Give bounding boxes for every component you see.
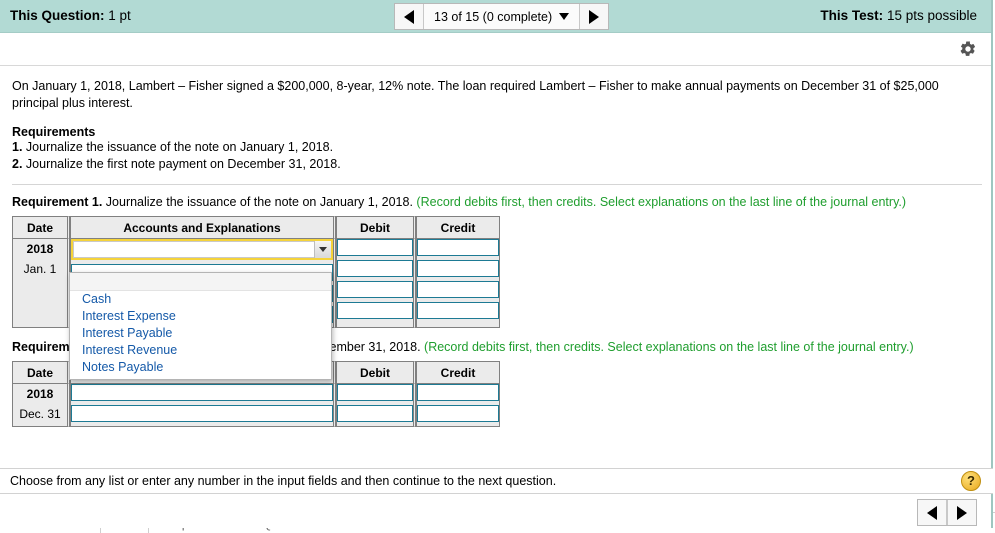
pager-next-button[interactable] bbox=[579, 4, 609, 29]
debit-cell-2 bbox=[336, 384, 416, 427]
requirement-list-item-2: 2. Journalize the first note payment on … bbox=[12, 156, 977, 173]
table-row: 2018 Dec. 31 bbox=[12, 384, 500, 427]
credit-input-row-1[interactable] bbox=[417, 239, 499, 256]
dropdown-option-interest-revenue[interactable]: Interest Revenue bbox=[70, 342, 331, 359]
footer-instruction-text: Choose from any list or enter any number… bbox=[10, 474, 557, 488]
account-dropdown-list[interactable]: Cash Interest Expense Interest Payable I… bbox=[69, 272, 332, 380]
pager-status-text: 13 of 15 (0 complete) bbox=[434, 9, 553, 24]
debit-input-row-1[interactable] bbox=[337, 239, 413, 256]
footer-next-button[interactable] bbox=[947, 500, 976, 525]
debit-input-row-4[interactable] bbox=[337, 302, 413, 319]
footer-navigation[interactable] bbox=[917, 499, 977, 526]
dropdown-option-interest-expense[interactable]: Interest Expense bbox=[70, 308, 331, 325]
footer-prev-button[interactable] bbox=[918, 500, 947, 525]
credit-input-row-3[interactable] bbox=[417, 281, 499, 298]
footer-message-bar: Choose from any list or enter any number… bbox=[0, 468, 993, 494]
requirement-number-1: 1. bbox=[12, 140, 23, 154]
entry-year-1: 2018 bbox=[26, 242, 54, 256]
triangle-right-icon bbox=[957, 505, 967, 520]
section-divider bbox=[12, 184, 982, 185]
account-input-2-row-2[interactable] bbox=[71, 405, 333, 422]
requirement-2-hint: (Record debits first, then credits. Sele… bbox=[424, 340, 914, 354]
accounts-cell-2 bbox=[70, 384, 336, 427]
settings-button[interactable] bbox=[957, 38, 979, 60]
credit-input-row-4[interactable] bbox=[417, 302, 499, 319]
dropdown-option-interest-payable[interactable]: Interest Payable bbox=[70, 325, 331, 342]
this-test-points: 15 pts possible bbox=[883, 8, 977, 23]
requirement-text-1: Journalize the issuance of the note on J… bbox=[22, 140, 334, 154]
credit-input-2-row-1[interactable] bbox=[417, 384, 499, 401]
gear-icon bbox=[960, 41, 976, 56]
chevron-down-icon bbox=[319, 247, 327, 252]
dropdown-option-notes-payable[interactable]: Notes Payable bbox=[70, 359, 331, 376]
triangle-left-icon bbox=[404, 9, 414, 24]
credit-input-2-row-2[interactable] bbox=[417, 405, 499, 422]
requirements-heading: Requirements bbox=[12, 125, 96, 139]
requirement-1-lead: Requirement 1. bbox=[12, 195, 103, 209]
dropdown-option-cash[interactable]: Cash bbox=[70, 291, 331, 308]
question-pager[interactable]: 13 of 15 (0 complete) bbox=[394, 3, 610, 30]
credit-cell-2 bbox=[416, 384, 500, 427]
dropdown-option-blank[interactable] bbox=[70, 273, 331, 291]
column-header-credit: Credit bbox=[416, 361, 500, 384]
requirement-1-instruction: Journalize the issuance of the note on J… bbox=[102, 195, 417, 209]
requirement-number-2: 2. bbox=[12, 157, 23, 171]
debit-cell-1 bbox=[336, 239, 416, 328]
this-question-score: This Question: 1 pt bbox=[10, 8, 131, 23]
requirement-1-hint: (Record debits first, then credits. Sele… bbox=[416, 195, 907, 209]
account-select-arrow-1[interactable] bbox=[314, 241, 331, 258]
column-header-debit: Debit bbox=[336, 216, 416, 239]
toolbar-row bbox=[0, 33, 991, 66]
this-test-score: This Test: 15 pts possible bbox=[820, 8, 977, 23]
question-prompt: On January 1, 2018, Lambert – Fisher sig… bbox=[12, 79, 939, 110]
entry-year-2: 2018 bbox=[26, 387, 54, 401]
account-input-2-row-1[interactable] bbox=[71, 384, 333, 401]
help-button[interactable]: ? bbox=[961, 471, 981, 491]
triangle-right-icon bbox=[589, 9, 600, 24]
requirement-1-title: Requirement 1. Journalize the issuance o… bbox=[12, 195, 977, 209]
credit-cell-1 bbox=[416, 239, 500, 328]
credit-input-row-2[interactable] bbox=[417, 260, 499, 277]
column-header-accounts: Accounts and Explanations bbox=[70, 216, 336, 239]
question-body: On January 1, 2018, Lambert – Fisher sig… bbox=[0, 66, 991, 470]
account-select-row-1[interactable] bbox=[71, 239, 333, 260]
triangle-left-icon bbox=[927, 505, 937, 520]
entry-day-2: Dec. 31 bbox=[19, 407, 61, 421]
debit-input-2-row-2[interactable] bbox=[337, 405, 413, 422]
debit-input-row-3[interactable] bbox=[337, 281, 413, 298]
question-window: This Question: 1 pt 13 of 15 (0 complete… bbox=[0, 0, 993, 528]
journal-table-1-header-row: Date Accounts and Explanations Debit Cre… bbox=[12, 216, 500, 239]
this-question-label: This Question: bbox=[10, 8, 105, 23]
column-header-credit: Credit bbox=[416, 216, 500, 239]
column-header-date: Date bbox=[12, 216, 70, 239]
chevron-down-icon bbox=[559, 13, 570, 20]
entry-date-cell-1: 2018 Jan. 1 bbox=[12, 239, 70, 328]
requirement-text-2: Journalize the first note payment on Dec… bbox=[22, 157, 341, 171]
requirement-list-item-1: 1. Journalize the issuance of the note o… bbox=[12, 139, 977, 156]
debit-input-row-2[interactable] bbox=[337, 260, 413, 277]
this-test-label: This Test: bbox=[820, 8, 884, 23]
column-header-debit: Debit bbox=[336, 361, 416, 384]
account-select-value-1 bbox=[73, 241, 331, 258]
pager-prev-button[interactable] bbox=[395, 4, 424, 29]
this-question-points: 1 pt bbox=[104, 8, 131, 23]
question-header-bar: This Question: 1 pt 13 of 15 (0 complete… bbox=[0, 0, 991, 33]
pager-dropdown[interactable]: 13 of 15 (0 complete) bbox=[424, 4, 580, 29]
entry-date-cell-2: 2018 Dec. 31 bbox=[12, 384, 70, 427]
column-header-date: Date bbox=[12, 361, 70, 384]
debit-input-2-row-1[interactable] bbox=[337, 384, 413, 401]
entry-day-1: Jan. 1 bbox=[23, 262, 57, 276]
